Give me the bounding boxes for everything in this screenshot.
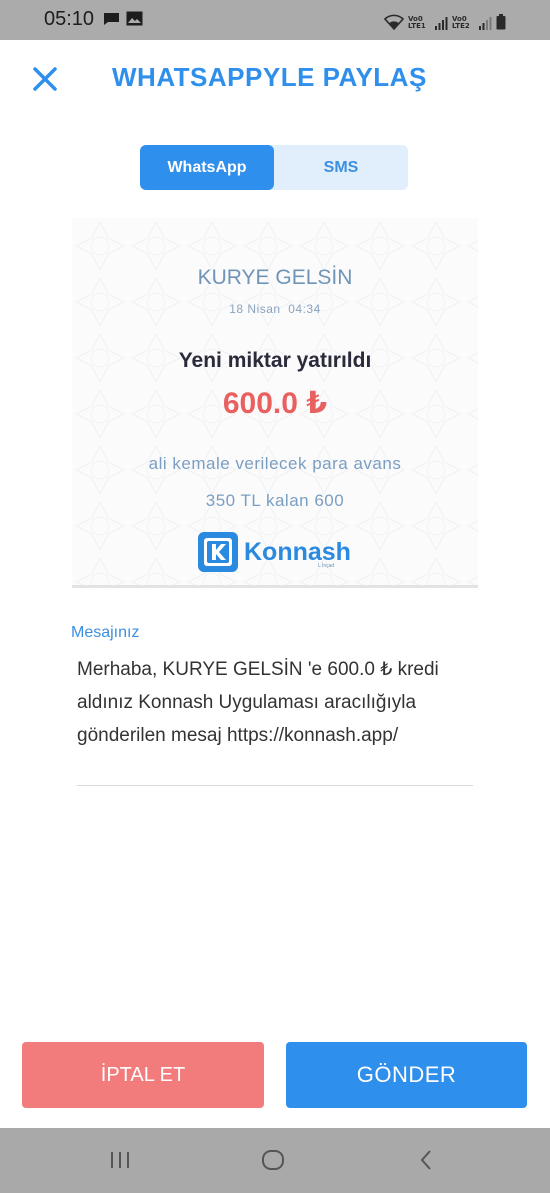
network-label-1: Vo0 LTE1 — [408, 15, 426, 30]
page-title: WHATSAPPYLE PAYLAŞ — [112, 62, 427, 92]
network-label-2: Vo0 LTE2 — [452, 15, 470, 30]
status-right-icons: Vo0 LTE1 Vo0 LTE2 — [384, 10, 506, 30]
signal-icon — [435, 17, 448, 30]
transaction-headline: Yeni miktar yatırıldı — [178, 349, 372, 372]
image-icon — [126, 11, 143, 26]
tab-sms[interactable]: SMS — [274, 145, 408, 190]
brand-name: Konnash — [244, 537, 351, 566]
status-time: 05:10 — [44, 8, 95, 30]
transaction-date: 18 Nisan 04:34 — [229, 302, 321, 316]
close-icon[interactable] — [30, 64, 60, 94]
home-icon[interactable] — [261, 1149, 285, 1171]
message-icon — [104, 13, 119, 25]
message-field[interactable]: Merhaba, KURYE GELSİN 'e 600.0 ₺ kredi a… — [77, 653, 477, 752]
status-bar: 05:10 Vo0 LTE1 Vo0 LTE2 — [0, 0, 550, 40]
transaction-description: ali kemale verilecek para avans — [148, 454, 402, 473]
send-button[interactable]: GÖNDER — [286, 1042, 527, 1108]
konnash-logo-icon — [198, 532, 238, 572]
message-underline — [77, 785, 473, 786]
wifi-icon — [384, 14, 404, 30]
battery-icon — [496, 14, 506, 30]
navigation-bar — [0, 1128, 550, 1193]
cancel-button[interactable]: İPTAL ET — [22, 1042, 264, 1108]
brand-logo: Konnash L İnçad — [198, 530, 351, 574]
transaction-amount: 600.0 ₺ — [222, 387, 328, 420]
tab-whatsapp[interactable]: WhatsApp — [140, 145, 274, 190]
share-channel-tabs: WhatsApp SMS — [140, 145, 408, 190]
message-label: Mesajınız — [71, 624, 140, 641]
recent-apps-icon[interactable] — [108, 1150, 132, 1170]
signal-icon — [479, 17, 492, 30]
receipt-preview-card: KURYE GELSİN 18 Nisan 04:34 Yeni miktar … — [72, 218, 478, 588]
brand-subtitle: L İnçad — [318, 563, 335, 569]
back-icon[interactable] — [418, 1149, 434, 1171]
transaction-note: 350 TL kalan 600 — [205, 491, 345, 510]
business-name: KURYE GELSİN — [197, 266, 353, 289]
